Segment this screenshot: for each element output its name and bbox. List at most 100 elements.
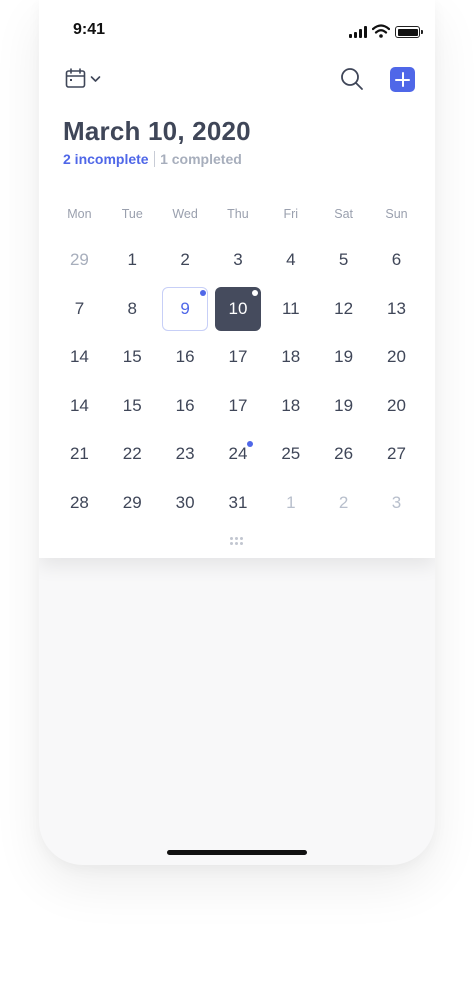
calendar-icon bbox=[65, 68, 86, 88]
home-indicator[interactable] bbox=[167, 850, 307, 855]
chevron-down-icon bbox=[90, 75, 101, 82]
calendar-day[interactable]: 19 bbox=[317, 333, 370, 382]
calendar-day[interactable]: 29 bbox=[53, 236, 106, 285]
calendar-week-row: 29 1 2 3 4 5 6 bbox=[53, 236, 423, 285]
phone-frame: 9:41 March 10, 2020 2 incomplete 1 compl… bbox=[39, 0, 435, 865]
calendar-day[interactable]: 24 bbox=[212, 430, 265, 479]
day-number: 20 bbox=[387, 395, 406, 415]
calendar-day[interactable]: 14 bbox=[53, 333, 106, 382]
calendar-day[interactable]: 1 bbox=[264, 479, 317, 528]
calendar-day[interactable]: 18 bbox=[264, 382, 317, 431]
day-number: 19 bbox=[334, 395, 354, 415]
calendar-day[interactable]: 17 bbox=[212, 333, 265, 382]
calendar-day[interactable]: 19 bbox=[317, 382, 370, 431]
day-number: 20 bbox=[387, 347, 406, 367]
calendar-day[interactable]: 23 bbox=[159, 430, 212, 479]
calendar-day[interactable]: 14 bbox=[53, 382, 106, 431]
day-number: 29 bbox=[122, 492, 142, 512]
add-task-button[interactable] bbox=[390, 67, 415, 92]
calendar-day-today[interactable]: 9 bbox=[159, 285, 212, 334]
calendar-day[interactable]: 5 bbox=[317, 236, 370, 285]
calendar-day[interactable]: 17 bbox=[212, 382, 265, 431]
completed-count[interactable]: 1 completed bbox=[160, 151, 242, 167]
page-title: March 10, 2020 bbox=[63, 116, 251, 146]
day-number: 14 bbox=[69, 395, 89, 415]
day-number: 23 bbox=[175, 444, 195, 464]
calendar-grid: 29 1 2 3 4 5 6 7 8 9 10 11 12 13 14 15 16 17 18 19 20 14 15 16 1… bbox=[53, 236, 423, 527]
day-number: 29 bbox=[69, 250, 89, 270]
incomplete-count[interactable]: 2 incomplete bbox=[63, 151, 149, 167]
day-number: 12 bbox=[334, 298, 354, 318]
day-number: 28 bbox=[69, 492, 89, 512]
drag-handle[interactable] bbox=[230, 537, 244, 545]
calendar-day[interactable]: 18 bbox=[264, 333, 317, 382]
day-number: 9 bbox=[180, 298, 190, 318]
weekday-label: Fri bbox=[283, 207, 299, 221]
calendar-day[interactable]: 20 bbox=[370, 333, 423, 382]
summary-divider bbox=[153, 151, 156, 167]
calendar-day-selected[interactable]: 10 bbox=[212, 285, 265, 334]
calendar-day[interactable]: 7 bbox=[53, 285, 106, 334]
calendar-day[interactable]: 16 bbox=[159, 333, 212, 382]
calendar-day[interactable]: 30 bbox=[159, 479, 212, 528]
calendar-day[interactable]: 16 bbox=[159, 382, 212, 431]
calendar-day[interactable]: 4 bbox=[264, 236, 317, 285]
calendar-day[interactable]: 26 bbox=[317, 430, 370, 479]
calendar-day[interactable]: 12 bbox=[317, 285, 370, 334]
calendar-day[interactable]: 28 bbox=[53, 479, 106, 528]
calendar-day[interactable]: 31 bbox=[212, 479, 265, 528]
calendar-day[interactable]: 2 bbox=[159, 236, 212, 285]
calendar-day[interactable]: 29 bbox=[106, 479, 159, 528]
calendar-day[interactable]: 15 bbox=[106, 382, 159, 431]
calendar-day[interactable]: 20 bbox=[370, 382, 423, 431]
calendar-day[interactable]: 3 bbox=[212, 236, 265, 285]
wifi-icon bbox=[372, 24, 390, 38]
calendar-day[interactable]: 21 bbox=[53, 430, 106, 479]
day-number: 18 bbox=[281, 395, 301, 415]
day-number: 15 bbox=[122, 395, 142, 415]
day-number: 17 bbox=[228, 347, 248, 367]
day-number: 10 bbox=[228, 298, 248, 318]
day-number: 11 bbox=[281, 298, 300, 318]
day-number: 22 bbox=[122, 444, 142, 464]
calendar-view-toggle[interactable] bbox=[65, 68, 101, 89]
calendar-day[interactable]: 22 bbox=[106, 430, 159, 479]
task-indicator-dot bbox=[199, 289, 206, 296]
calendar-day[interactable]: 3 bbox=[370, 479, 423, 528]
calendar-day[interactable]: 13 bbox=[370, 285, 423, 334]
battery-icon bbox=[395, 26, 423, 38]
day-number: 24 bbox=[228, 444, 248, 464]
calendar-week-row: 14 15 16 17 18 19 20 bbox=[53, 333, 423, 382]
calendar-day[interactable]: 27 bbox=[370, 430, 423, 479]
day-number: 8 bbox=[127, 298, 137, 318]
calendar-day[interactable]: 25 bbox=[264, 430, 317, 479]
calendar-week-row: 7 8 9 10 11 12 13 bbox=[53, 285, 423, 334]
cellular-signal-icon bbox=[349, 26, 367, 38]
day-number: 14 bbox=[69, 347, 89, 367]
day-number: 3 bbox=[391, 492, 402, 512]
day-number: 18 bbox=[281, 347, 301, 367]
weekday-header: Mon Tue Wed Thu Fri Sat Sun bbox=[53, 207, 423, 221]
day-number: 15 bbox=[122, 347, 142, 367]
calendar-week-row: 21 22 23 24 25 26 27 bbox=[53, 430, 423, 479]
task-indicator-dot bbox=[252, 289, 259, 296]
day-number: 1 bbox=[286, 492, 296, 512]
day-number: 2 bbox=[338, 492, 349, 512]
day-number: 7 bbox=[74, 298, 85, 318]
day-number: 5 bbox=[338, 250, 349, 270]
weekday-label: Mon bbox=[67, 207, 92, 221]
weekday-label: Thu bbox=[227, 207, 249, 221]
calendar-day[interactable]: 8 bbox=[106, 285, 159, 334]
calendar-day[interactable]: 11 bbox=[264, 285, 317, 334]
weekday-label: Tue bbox=[121, 207, 143, 221]
calendar-day[interactable]: 1 bbox=[106, 236, 159, 285]
day-number: 31 bbox=[228, 492, 248, 512]
weekday-label: Sun bbox=[385, 207, 408, 221]
calendar-day[interactable]: 2 bbox=[317, 479, 370, 528]
calendar-day[interactable]: 15 bbox=[106, 333, 159, 382]
search-button[interactable] bbox=[340, 67, 364, 96]
day-number: 19 bbox=[334, 347, 354, 367]
calendar-day[interactable]: 6 bbox=[370, 236, 423, 285]
day-number: 1 bbox=[127, 250, 137, 270]
calendar-week-row: 14 15 16 17 18 19 20 bbox=[53, 382, 423, 431]
